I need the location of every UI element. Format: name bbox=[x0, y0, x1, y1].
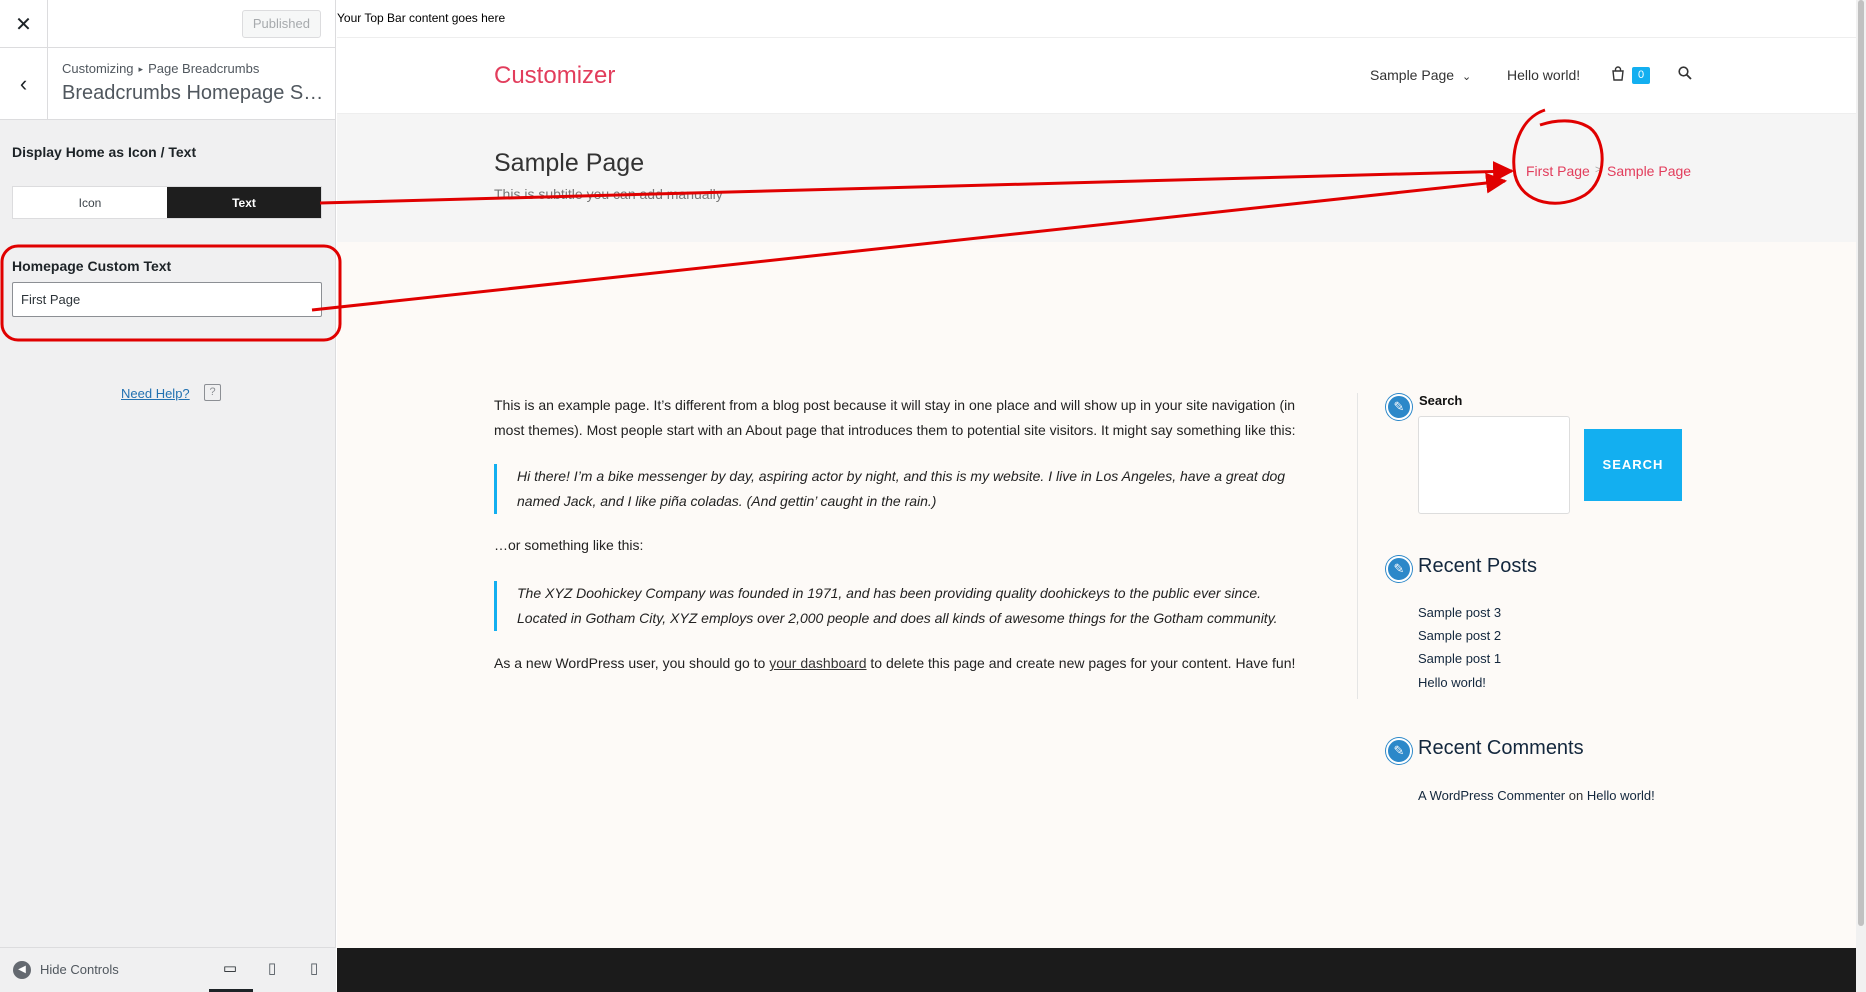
close-icon[interactable]: ✕ bbox=[0, 0, 48, 48]
display-home-label: Display Home as Icon / Text bbox=[12, 144, 197, 160]
cart-count-badge: 0 bbox=[1632, 67, 1650, 84]
site-preview: Your Top Bar content goes here Customize… bbox=[337, 0, 1856, 992]
pencil-icon[interactable]: ✎ bbox=[1386, 556, 1412, 582]
search-widget-title: Search bbox=[1419, 393, 1463, 408]
content-paragraph: As a new WordPress user, you should go t… bbox=[494, 651, 1314, 676]
breadcrumb-section: Page Breadcrumbs bbox=[148, 61, 260, 76]
published-button[interactable]: Published bbox=[241, 10, 321, 38]
collapse-icon[interactable]: ◀ bbox=[13, 961, 31, 979]
nav-item-hello-world[interactable]: Hello world! bbox=[1507, 67, 1580, 83]
customizer-breadcrumb: Customizing ▸ Page Breadcrumbs bbox=[62, 61, 259, 76]
recent-comments-title: Recent Comments bbox=[1418, 737, 1584, 759]
breadcrumb-separator: > bbox=[1595, 164, 1602, 176]
blockquote: The XYZ Doohickey Company was founded in… bbox=[494, 581, 1314, 631]
comment-post-link[interactable]: Hello world! bbox=[1587, 788, 1655, 803]
top-bar-text: Your Top Bar content goes here bbox=[337, 11, 506, 25]
paragraph-text: to delete this page and create new pages… bbox=[866, 655, 1296, 671]
dashboard-link[interactable]: your dashboard bbox=[769, 655, 866, 671]
question-icon[interactable]: ? bbox=[204, 384, 221, 401]
page-subtitle: This is subtitle you can add manually bbox=[494, 186, 723, 202]
search-button[interactable]: SEARCH bbox=[1584, 429, 1682, 501]
customizer-sidebar: ✕ Published ‹ Customizing ▸ Page Breadcrum… bbox=[0, 0, 336, 992]
nav-sample-page-label: Sample Page bbox=[1370, 67, 1455, 83]
recent-posts-title: Recent Posts bbox=[1418, 555, 1537, 577]
pencil-icon[interactable]: ✎ bbox=[1386, 394, 1412, 420]
blockquote: Hi there! I’m a bike messenger by day, a… bbox=[494, 464, 1314, 514]
customizer-footer: ◀ Hide Controls ▭ ▯ ▯ bbox=[0, 947, 336, 992]
recent-post-link[interactable]: Sample post 3 bbox=[1418, 605, 1501, 620]
breadcrumb-home-link[interactable]: First Page bbox=[1526, 163, 1590, 179]
comment-author-link[interactable]: A WordPress Commenter bbox=[1418, 788, 1565, 803]
recent-comment: A WordPress Commenter on Hello world! bbox=[1418, 788, 1655, 803]
nav-item-sample-page[interactable]: Sample Page ⌄ bbox=[1370, 67, 1471, 83]
sidebar-divider bbox=[1357, 393, 1358, 699]
need-help-link[interactable]: Need Help? bbox=[121, 386, 190, 401]
site-footer bbox=[337, 948, 1856, 992]
recent-post-link[interactable]: Sample post 1 bbox=[1418, 651, 1501, 666]
site-title[interactable]: Customizer bbox=[494, 62, 615, 90]
breadcrumb-current[interactable]: Sample Page bbox=[1607, 163, 1691, 179]
display-home-toggle: Icon Text bbox=[12, 186, 322, 219]
mobile-icon[interactable]: ▯ bbox=[303, 959, 325, 981]
toggle-option-icon[interactable]: Icon bbox=[13, 187, 167, 218]
customizer-header-bar: ✕ Published bbox=[0, 0, 335, 48]
section-header: ‹ Customizing ▸ Page Breadcrumbs Breadcrum… bbox=[0, 48, 335, 120]
pencil-icon[interactable]: ✎ bbox=[1386, 738, 1412, 764]
comment-on-text: on bbox=[1568, 788, 1584, 803]
section-title: Breadcrumbs Homepage Settings bbox=[62, 82, 332, 104]
page-title: Sample Page bbox=[494, 149, 645, 177]
top-bar: Your Top Bar content goes here bbox=[337, 0, 1856, 38]
search-input[interactable] bbox=[1418, 416, 1570, 514]
triangle-right-icon: ▸ bbox=[138, 64, 144, 74]
page-header: Sample Page This is subtitle you can add… bbox=[337, 114, 1856, 242]
toggle-option-text[interactable]: Text bbox=[167, 187, 321, 218]
scrollbar-thumb[interactable] bbox=[1858, 0, 1864, 926]
tablet-icon[interactable]: ▯ bbox=[261, 959, 283, 981]
recent-post-link[interactable]: Hello world! bbox=[1418, 675, 1486, 690]
content-paragraph: This is an example page. It’s different … bbox=[494, 397, 1296, 438]
hide-controls-button[interactable]: Hide Controls bbox=[40, 962, 119, 977]
site-header: Customizer Sample Page ⌄ Hello world! 0 bbox=[337, 38, 1856, 114]
recent-post-link[interactable]: Sample post 2 bbox=[1418, 628, 1501, 643]
paragraph-text: As a new WordPress user, you should go t… bbox=[494, 655, 770, 671]
chevron-left-icon[interactable]: ‹ bbox=[0, 48, 48, 120]
content-paragraph: …or something like this: bbox=[494, 537, 644, 553]
shopping-bag-icon[interactable] bbox=[1611, 66, 1625, 84]
search-icon[interactable] bbox=[1678, 66, 1692, 84]
content-area: This is an example page. It’s different … bbox=[337, 242, 1856, 948]
desktop-icon[interactable]: ▭ bbox=[219, 959, 241, 981]
chevron-down-icon: ⌄ bbox=[1461, 71, 1472, 83]
homepage-custom-text-input[interactable] bbox=[12, 282, 322, 317]
homepage-custom-text-label: Homepage Custom Text bbox=[12, 258, 172, 274]
breadcrumb-root: Customizing bbox=[62, 61, 134, 76]
